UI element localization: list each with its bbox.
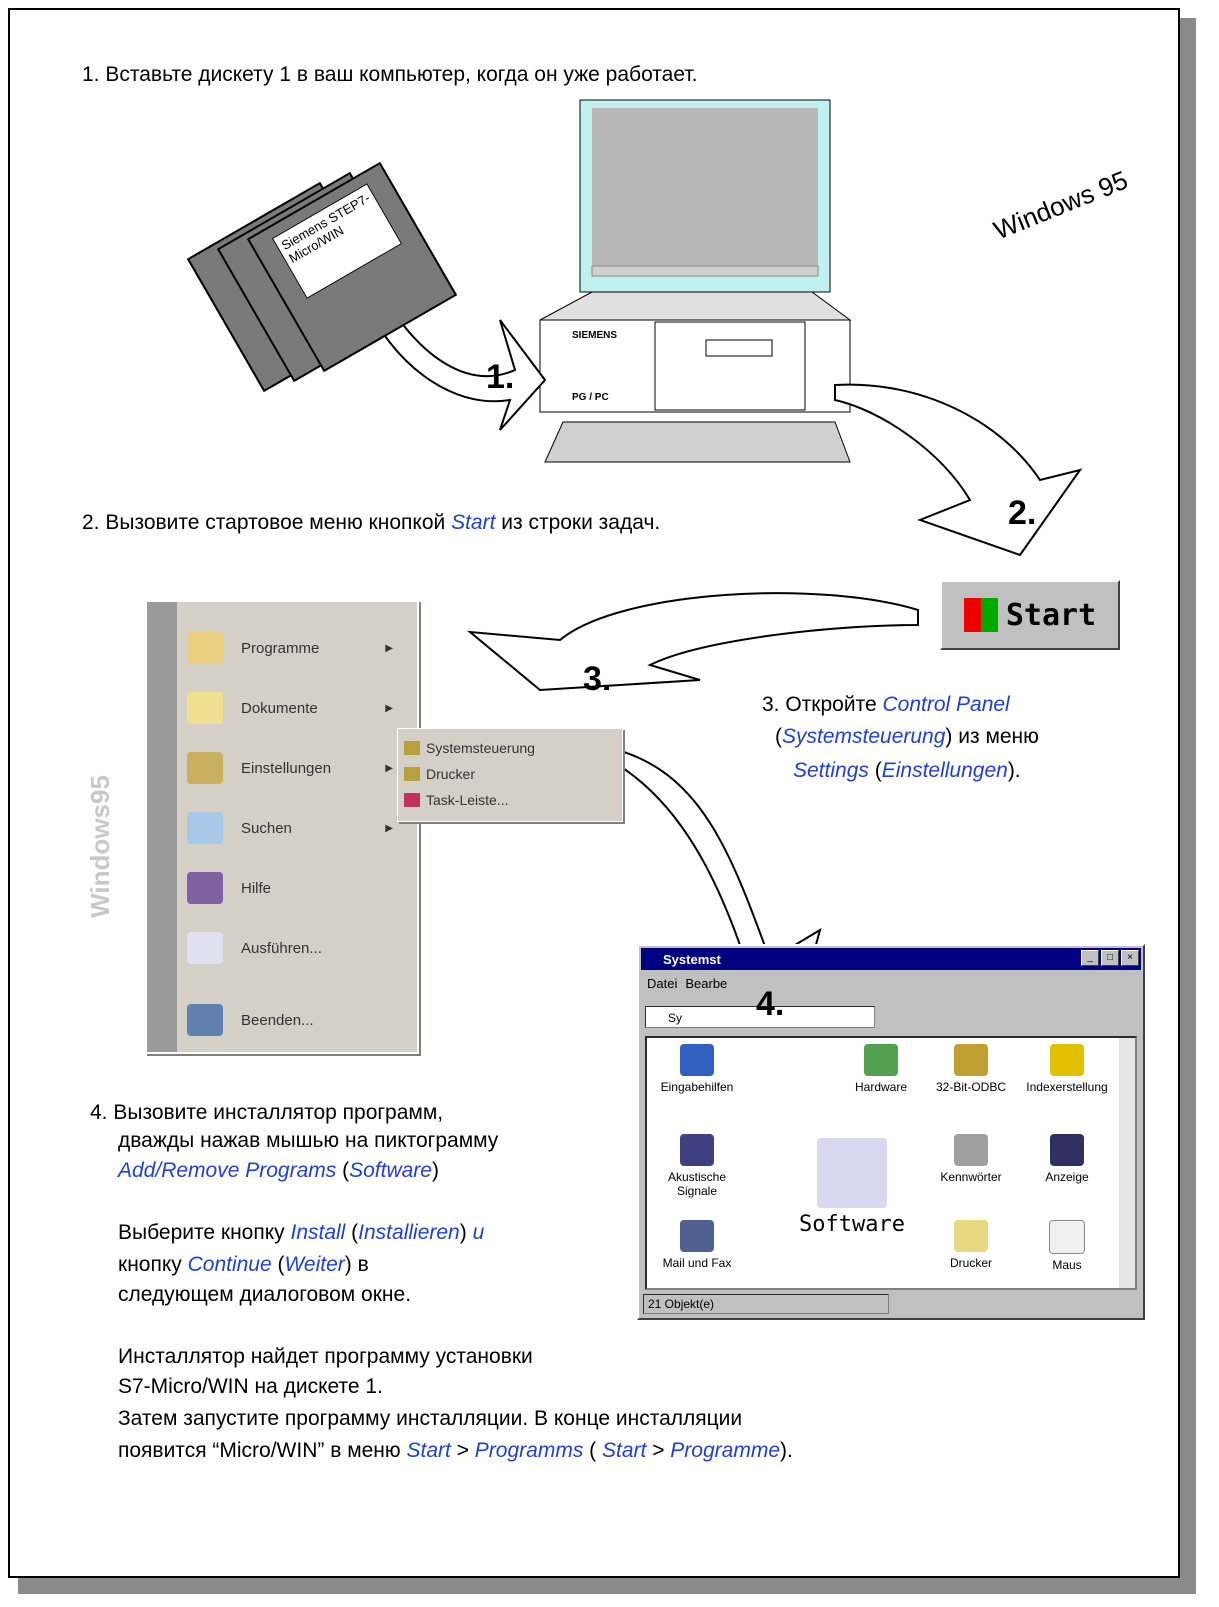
settings-icon	[187, 752, 223, 784]
monitor	[579, 99, 831, 293]
submenu-arrow-icon: ▶	[385, 642, 393, 654]
search-icon	[187, 812, 223, 844]
icon-anzeige[interactable]: Anzeige	[1017, 1134, 1117, 1184]
arrow-2	[834, 383, 1083, 557]
arrow-3	[466, 592, 919, 692]
submenu-arrow-icon: ▶	[385, 822, 393, 834]
window-toolbar: Sy	[645, 1004, 1137, 1032]
accessibility-icon	[680, 1044, 714, 1076]
settings-submenu: Systemsteuerung Drucker Task-Leiste...	[397, 728, 623, 822]
icon-hardware[interactable]: Hardware	[831, 1044, 931, 1094]
window-content: Eingabehilfen Hardware 32-Bit-ODBC Index…	[645, 1036, 1137, 1290]
printer-icon	[954, 1220, 988, 1252]
display-icon	[1050, 1134, 1084, 1166]
menu-item-dokumente[interactable]: Dokumente ▶	[187, 680, 411, 736]
control-panel-icon	[404, 741, 420, 755]
menu-item-einstellungen[interactable]: Einstellungen ▶	[187, 740, 411, 796]
programs-folder-icon	[187, 632, 223, 664]
taskbar-icon	[404, 793, 420, 807]
menu-item-beenden[interactable]: Beenden...	[187, 992, 411, 1048]
arrow-label-3: 3.	[583, 660, 612, 698]
start-menu-band: Windows95	[85, 602, 177, 1052]
hardware-icon	[864, 1044, 898, 1076]
maximize-button[interactable]: □	[1101, 950, 1119, 966]
status-bar: 21 Objekt(e)	[643, 1294, 889, 1314]
icon-eingabehilfen[interactable]: Eingabehilfen	[647, 1044, 747, 1094]
icon-drucker[interactable]: Drucker	[921, 1220, 1021, 1270]
start-button[interactable]: Start	[940, 580, 1120, 650]
submenu-item-taskleiste[interactable]: Task-Leiste...	[404, 787, 508, 813]
pc-case	[539, 291, 852, 463]
window-controls: _ □ ×	[1081, 950, 1139, 966]
window-title: Systemst	[641, 948, 1141, 970]
pc-model: PG / PC	[572, 392, 609, 403]
submenu-arrow-icon: ▶	[385, 702, 393, 714]
odbc-icon	[954, 1044, 988, 1076]
shutdown-icon	[187, 1004, 223, 1036]
vertical-scrollbar[interactable]	[1119, 1038, 1135, 1288]
window-menubar: Datei Bearbe	[647, 976, 727, 991]
index-icon	[1050, 1044, 1084, 1076]
menu-item-suchen[interactable]: Suchen ▶	[187, 800, 411, 856]
run-icon	[187, 932, 223, 964]
icon-indexerstellung[interactable]: Indexerstellung	[1017, 1044, 1117, 1094]
icon-software[interactable]: Software	[797, 1138, 907, 1237]
icon-mail-und-fax[interactable]: Mail und Fax	[647, 1220, 747, 1270]
minimize-button[interactable]: _	[1081, 950, 1099, 966]
arrow-label-1: 1.	[486, 358, 515, 396]
submenu-item-systemsteuerung[interactable]: Systemsteuerung	[404, 735, 535, 761]
icon-maus[interactable]: Maus	[1017, 1220, 1117, 1272]
pc-brand: SIEMENS	[572, 330, 618, 341]
submenu-item-drucker[interactable]: Drucker	[404, 761, 475, 787]
passwords-icon	[954, 1134, 988, 1166]
arrow-label-2: 2.	[1008, 494, 1037, 532]
close-button[interactable]: ×	[1121, 950, 1139, 966]
menu-bearbeiten[interactable]: Bearbe	[685, 976, 727, 991]
help-book-icon	[187, 872, 223, 904]
menu-item-programme[interactable]: Programme ▶	[187, 620, 411, 676]
menu-item-hilfe[interactable]: Hilfe	[187, 860, 411, 916]
icon-akustische-signale[interactable]: Akustische Signale	[647, 1134, 747, 1198]
sounds-icon	[680, 1134, 714, 1166]
mail-fax-icon	[680, 1220, 714, 1252]
software-icon	[817, 1138, 887, 1208]
start-menu: Windows95 Programme ▶ Dokumente ▶ Einstell…	[85, 600, 419, 1054]
printer-folder-icon	[404, 767, 420, 781]
menu-item-ausfuehren[interactable]: Ausführen...	[187, 920, 411, 976]
control-panel-window: Systemst _ □ × Datei Bearbe Sy Eingabehi…	[637, 944, 1145, 1320]
mouse-icon	[1049, 1220, 1085, 1254]
icon-odbc[interactable]: 32-Bit-ODBC	[921, 1044, 1021, 1094]
icon-kennwoerter[interactable]: Kennwörter	[921, 1134, 1021, 1184]
menu-datei[interactable]: Datei	[647, 976, 677, 991]
windows-flag-icon	[963, 598, 998, 632]
submenu-arrow-icon: ▶	[385, 762, 393, 774]
arrow-label-4: 4.	[756, 985, 785, 1023]
documents-folder-icon	[187, 692, 223, 724]
